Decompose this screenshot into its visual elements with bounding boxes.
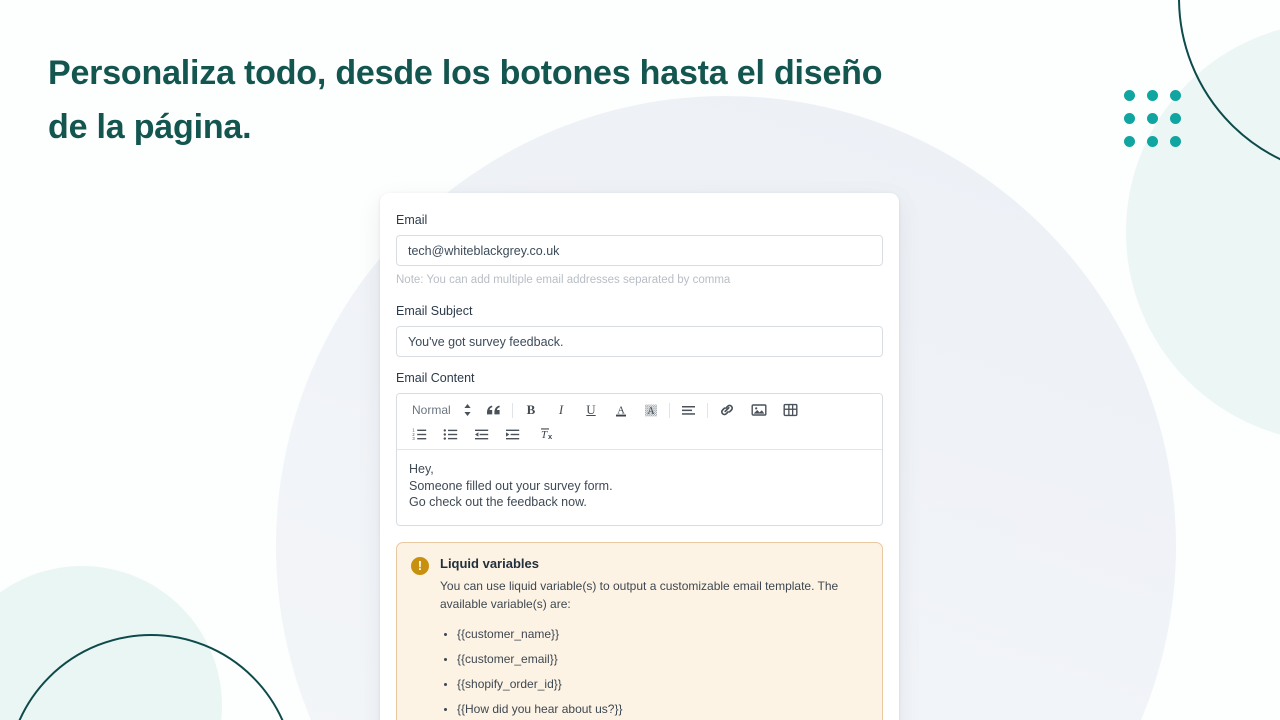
email-field-label: Email <box>396 213 428 227</box>
blockquote-icon[interactable] <box>483 399 504 421</box>
editor-toolbar: Normal B I U A A 1 2 3 T x <box>397 394 882 450</box>
background-mint-circle-bottom-left <box>0 566 222 720</box>
format-stepper-icon[interactable] <box>457 399 477 421</box>
decorative-ring-bottom-left <box>6 634 296 720</box>
outdent-icon[interactable] <box>471 423 492 445</box>
page-headline: Personaliza todo, desde los botones hast… <box>48 54 883 146</box>
format-select[interactable]: Normal <box>409 399 457 421</box>
email-subject-input[interactable]: You've got survey feedback. <box>396 326 883 357</box>
email-content-label: Email Content <box>396 371 475 385</box>
video-icon[interactable] <box>780 399 801 421</box>
list-item: {{How did you hear about us?}} <box>457 697 868 720</box>
text-color-icon[interactable]: A <box>611 399 631 421</box>
email-subject-value: You've got survey feedback. <box>408 334 564 349</box>
email-settings-card: Email tech@whiteblackgrey.co.uk Note: Yo… <box>380 193 899 720</box>
bold-icon[interactable]: B <box>521 399 541 421</box>
email-subject-label: Email Subject <box>396 304 473 318</box>
bullet-list-icon[interactable] <box>440 423 461 445</box>
warning-icon: ! <box>411 556 429 575</box>
promo-screenshot: Personaliza todo, desde los botones hast… <box>0 0 1280 720</box>
italic-icon[interactable]: I <box>551 399 571 421</box>
svg-text:T: T <box>541 429 548 441</box>
content-line: Hey, <box>409 462 434 476</box>
list-item: {{shopify_order_id}} <box>457 672 868 697</box>
rich-text-editor: Normal B I U A A 1 2 3 T x Hey, Someone … <box>396 393 883 526</box>
email-content-editor[interactable]: Hey, Someone filled out your survey form… <box>397 450 882 525</box>
list-item: {{customer_name}} <box>457 622 868 647</box>
email-input-value: tech@whiteblackgrey.co.uk <box>408 243 560 258</box>
svg-text:A: A <box>647 406 655 417</box>
ordered-list-icon[interactable]: 123 <box>409 423 430 445</box>
decorative-ring-top-right <box>1178 0 1280 178</box>
underline-icon[interactable]: U <box>581 399 601 421</box>
email-input[interactable]: tech@whiteblackgrey.co.uk <box>396 235 883 266</box>
content-line: Go check out the feedback now. <box>409 495 587 510</box>
background-mint-circle-top-right <box>1126 22 1280 442</box>
background-color-icon[interactable]: A <box>641 399 661 421</box>
image-icon[interactable] <box>748 399 770 421</box>
callout-body: You can use liquid variable(s) to output… <box>440 578 839 611</box>
clear-format-icon[interactable]: Tx <box>537 423 559 445</box>
callout-title: Liquid variables <box>440 555 539 571</box>
svg-text:x: x <box>548 432 553 441</box>
dot-grid-decoration <box>1124 90 1181 147</box>
liquid-variable-list: {{customer_name}} {{customer_email}} {{s… <box>457 622 868 720</box>
email-helper-note: Note: You can add multiple email address… <box>396 274 731 286</box>
align-icon[interactable] <box>678 399 699 421</box>
list-item: {{customer_email}} <box>457 647 868 672</box>
indent-icon[interactable] <box>502 423 523 445</box>
liquid-variables-callout: ! Liquid variables You can use liquid va… <box>396 541 883 720</box>
toolbar-row-2: 123 Tx <box>399 422 880 446</box>
content-line: Someone filled out your survey form. <box>409 478 613 493</box>
link-icon[interactable] <box>716 399 738 421</box>
toolbar-row-1: Normal B I U A A <box>399 398 880 422</box>
svg-text:3: 3 <box>412 436 415 441</box>
